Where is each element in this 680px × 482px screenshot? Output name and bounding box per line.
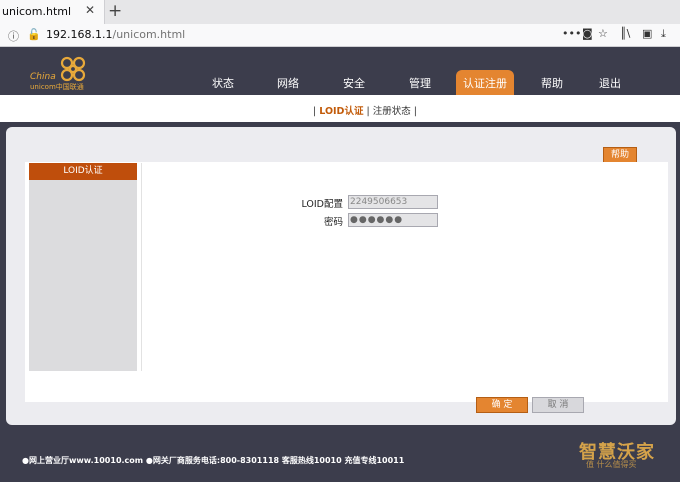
loid-label: LOID配置 bbox=[301, 199, 343, 210]
nav-auth-register-label: 认证注册 bbox=[463, 77, 507, 90]
footer: ●网上营业厅www.10010.com ●网关厂商服务电话:800-830111… bbox=[0, 432, 680, 482]
footer-contact-text: ●网上营业厅www.10010.com ●网关厂商服务电话:800-830111… bbox=[22, 456, 405, 465]
url-host: 192.168.1.1 bbox=[46, 28, 113, 41]
nav-status[interactable]: 状态 bbox=[212, 75, 234, 91]
password-input[interactable]: ●●●●●● bbox=[348, 213, 438, 227]
download-icon[interactable]: ⤓ bbox=[661, 27, 666, 41]
nav-management[interactable]: 管理 bbox=[409, 75, 431, 91]
password-label: 密码 bbox=[323, 217, 343, 228]
browser-tab-bar: unicom.html ✕ + bbox=[0, 0, 680, 24]
logo-china-text: China bbox=[30, 72, 56, 82]
url-input[interactable]: 192.168.1.1/unicom.html bbox=[46, 28, 185, 41]
nav-network[interactable]: 网络 bbox=[277, 75, 299, 91]
url-path: /unicom.html bbox=[112, 28, 186, 41]
address-bar: ⓘ 🔓 192.168.1.1/unicom.html ••• ◙ ☆ ║\ ▣… bbox=[0, 24, 680, 47]
nav-help[interactable]: 帮助 bbox=[541, 75, 563, 91]
logo-unicom-text: unicom中国联通 bbox=[30, 83, 84, 91]
nav-auth-register[interactable]: 认证注册 bbox=[456, 70, 514, 95]
content-divider bbox=[141, 163, 142, 371]
sidebar bbox=[29, 163, 137, 371]
subnav-loid-auth[interactable]: LOID认证 bbox=[319, 106, 363, 117]
china-unicom-logo: China unicom中国联通 bbox=[30, 56, 90, 92]
unicom-knot-icon bbox=[60, 56, 86, 82]
loid-input[interactable]: 2249506653 bbox=[348, 195, 438, 209]
nav-logout[interactable]: 退出 bbox=[599, 75, 621, 91]
close-tab-icon[interactable]: ✕ bbox=[85, 3, 95, 17]
browser-tab[interactable]: unicom.html ✕ bbox=[0, 0, 105, 24]
new-tab-icon[interactable]: + bbox=[108, 1, 122, 21]
watermark-sub: 值 什么值得买 bbox=[586, 460, 637, 469]
insecure-lock-icon[interactable]: 🔓 bbox=[27, 28, 41, 41]
bookmark-star-icon[interactable]: ☆ bbox=[598, 27, 608, 40]
subnav-register-status[interactable]: | 注册状态 | bbox=[363, 106, 416, 117]
page-actions-icon[interactable]: ••• bbox=[562, 27, 581, 40]
confirm-button[interactable]: 确 定 bbox=[476, 397, 528, 413]
cancel-button[interactable]: 取 消 bbox=[532, 397, 584, 413]
library-icon[interactable]: ║\ bbox=[620, 27, 630, 40]
tab-title: unicom.html bbox=[2, 5, 72, 18]
sidebar-item-loid-auth[interactable]: LOID认证 bbox=[29, 163, 137, 180]
info-icon[interactable]: ⓘ bbox=[8, 28, 19, 44]
sidebar-icon[interactable]: ▣ bbox=[642, 27, 652, 40]
pocket-icon[interactable]: ◙ bbox=[582, 27, 593, 40]
router-header: China unicom中国联通 状态 网络 安全 管理 认证注册 帮助 退出 bbox=[0, 47, 680, 95]
subnav-links: | LOID认证 | 注册状态 | bbox=[313, 103, 417, 117]
sub-navigation: | LOID认证 | 注册状态 | bbox=[0, 95, 680, 122]
nav-security[interactable]: 安全 bbox=[343, 75, 365, 91]
